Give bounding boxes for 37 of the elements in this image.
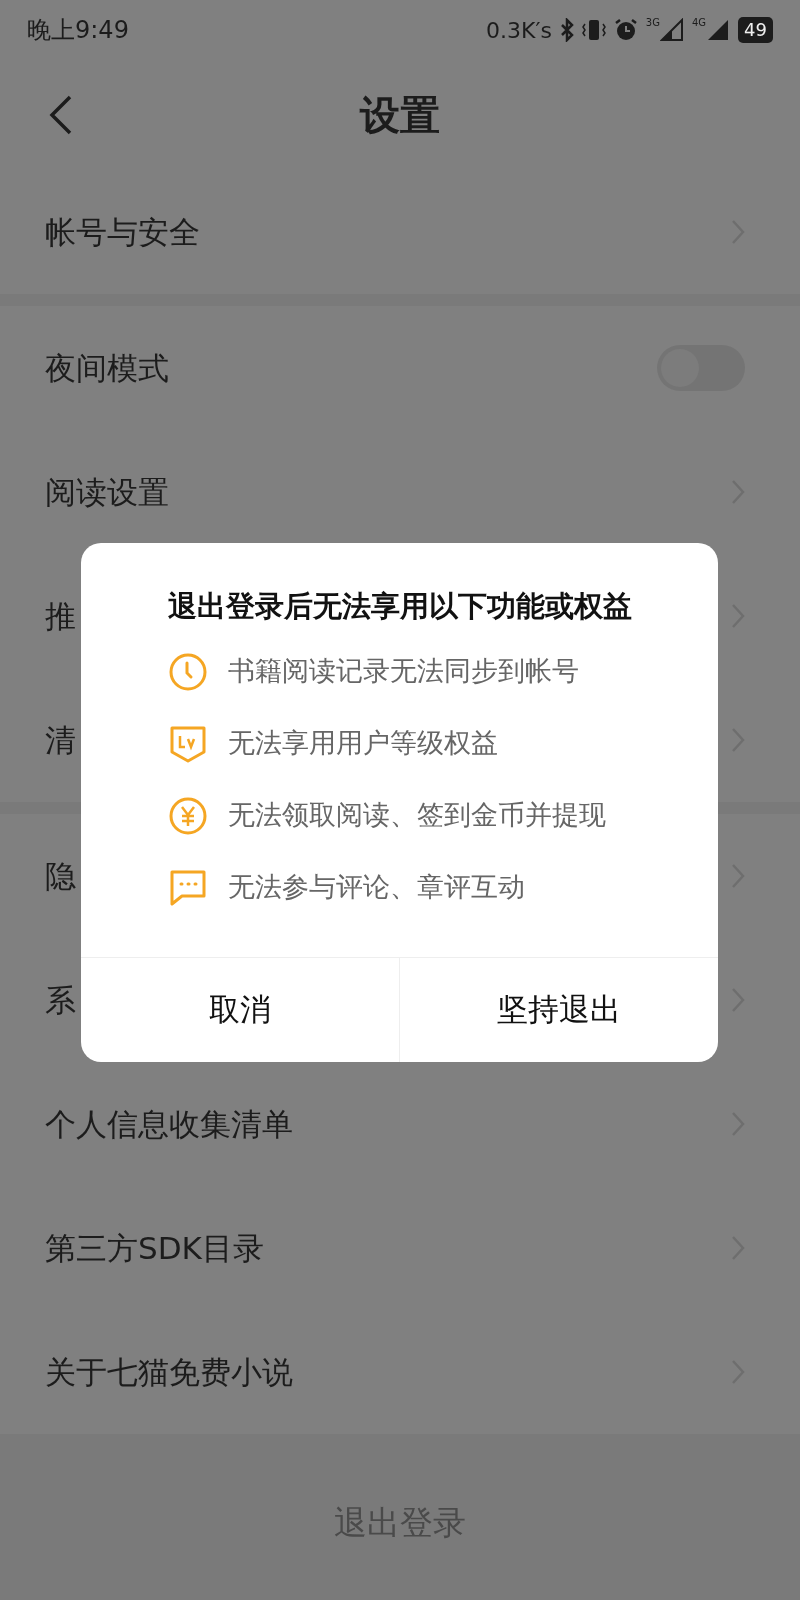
benefit-text: 无法享用用户等级权益 (228, 726, 498, 761)
row-label: 个人信息收集清单 (45, 1104, 293, 1144)
status-time: 晚上9:49 (27, 15, 129, 46)
row-label: 清 (45, 720, 76, 760)
signal-icon (706, 18, 731, 42)
network-type-label: 4G (691, 18, 707, 28)
row-label: 帐号与安全 (45, 212, 200, 252)
settings-row[interactable]: 帐号与安全 (0, 170, 800, 294)
benefit-text: 书籍阅读记录无法同步到帐号 (228, 654, 579, 689)
row-label: 关于七猫免费小说 (45, 1352, 293, 1392)
coin-icon (168, 795, 208, 836)
row-label: 第三方SDK目录 (45, 1228, 264, 1268)
page-title: 设置 (360, 91, 440, 140)
benefit-text: 无法参与评论、章评互动 (228, 870, 525, 905)
benefit-text: 无法领取阅读、签到金币并提现 (228, 798, 606, 833)
settings-row[interactable]: 阅读设置 (0, 430, 800, 554)
back-icon[interactable] (48, 95, 72, 135)
bluetooth-icon (559, 18, 574, 42)
settings-row[interactable]: 第三方SDK目录 (0, 1186, 800, 1310)
row-label: 阅读设置 (45, 472, 169, 512)
network-type-label: 3G (645, 18, 660, 28)
row-label: 系 (45, 980, 76, 1020)
row-label: 隐 (45, 856, 76, 896)
battery-indicator: 49 (738, 17, 773, 43)
cancel-button[interactable]: 取消 (81, 957, 399, 1062)
dialog-title: 退出登录后无法享用以下功能或权益 (166, 588, 633, 625)
clock-icon (168, 651, 208, 692)
row-label: 推 (45, 596, 76, 636)
signal-icon (659, 18, 684, 42)
settings-row[interactable]: 夜间模式 (0, 306, 800, 430)
network-speed: 0.3K′s (485, 16, 552, 45)
settings-row[interactable]: 关于七猫免费小说 (0, 1310, 800, 1434)
row-label: 夜间模式 (45, 348, 169, 388)
alarm-icon (613, 18, 638, 42)
vibrate-icon (581, 18, 606, 42)
confirm-logout-button[interactable]: 坚持退出 (399, 957, 718, 1062)
settings-row[interactable]: 个人信息收集清单 (0, 1062, 800, 1186)
